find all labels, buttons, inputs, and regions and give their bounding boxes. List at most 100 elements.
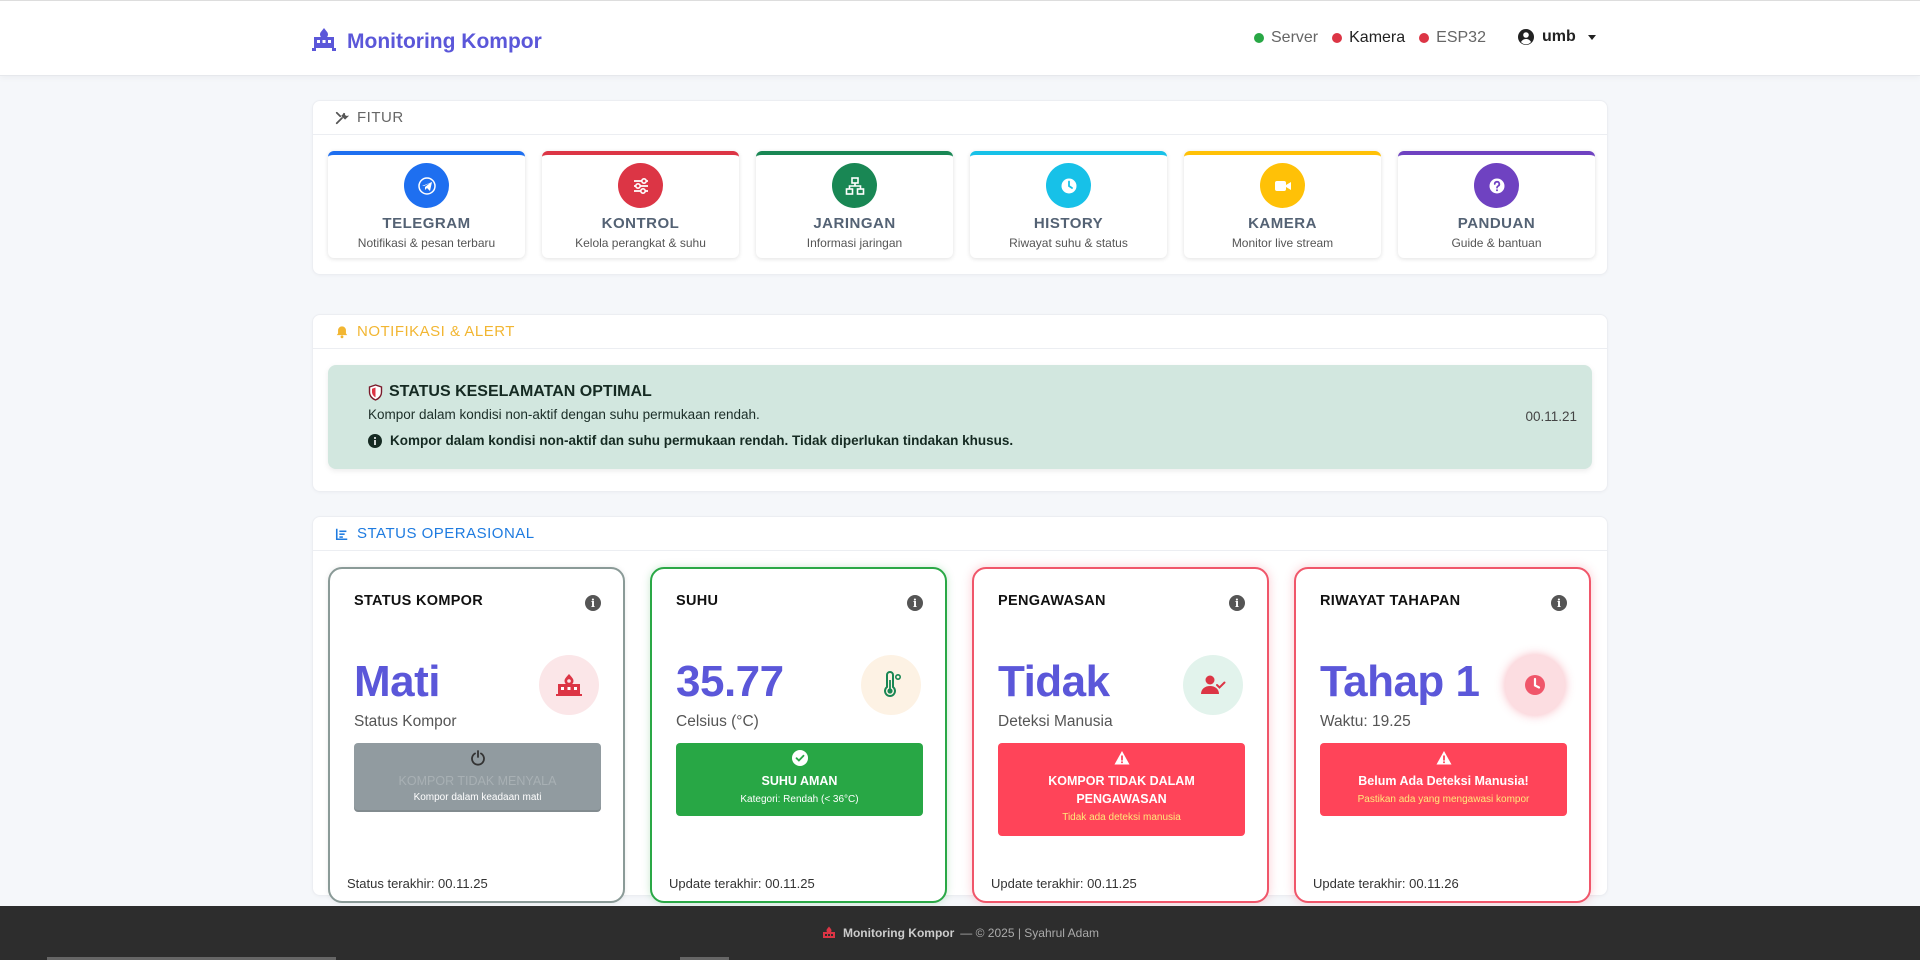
riwayat-status-box: Belum Ada Deteksi Manusia! Pastikan ada …	[1320, 743, 1567, 816]
fitur-title: FITUR	[357, 109, 404, 126]
suhu-status-box: SUHU AMAN Kategori: Rendah (< 36°C)	[676, 743, 923, 816]
chart-bar-icon	[335, 528, 348, 540]
alert-timestamp: 00.11.21	[1525, 409, 1577, 424]
card-footer: Update terakhir: 00.11.26	[1313, 876, 1459, 891]
feature-panduan[interactable]: PANDUAN Guide & bantuan	[1398, 151, 1595, 258]
sliders-icon	[618, 163, 663, 208]
feature-title: TELEGRAM	[382, 215, 471, 232]
user-check-icon	[1183, 655, 1243, 715]
card-title: SUHU	[676, 593, 719, 609]
brand-name: Monitoring Kompor	[347, 30, 542, 53]
card-label: Deteksi Manusia	[998, 713, 1113, 730]
brand[interactable]: Monitoring Kompor	[311, 27, 542, 57]
feature-title: KONTROL	[601, 215, 680, 232]
status-operasional-header: STATUS OPERASIONAL	[313, 517, 1607, 551]
safety-alert: STATUS KESELAMATAN OPTIMAL Kompor dalam …	[328, 365, 1592, 469]
box-sub-text: Tidak ada deteksi manusia	[1062, 812, 1181, 823]
user-menu-toggle[interactable]: umb	[1518, 28, 1596, 46]
card-riwayat-tahapan: RIWAYAT TAHAPAN i Tahap 1 Waktu: 19.25 B…	[1294, 567, 1591, 903]
card-value: Tahap 1	[1320, 657, 1480, 706]
feature-list: TELEGRAM Notifikasi & pesan terbaru KONT…	[328, 151, 1595, 258]
thermometer-icon	[861, 655, 921, 715]
card-value: 35.77	[676, 657, 784, 706]
fitur-section: FITUR TELEGRAM Notifikasi & pesan terbar…	[312, 100, 1608, 275]
footer-text: — © 2025 | Syahrul Adam	[960, 926, 1099, 940]
feature-history[interactable]: HISTORY Riwayat suhu & status	[970, 151, 1167, 258]
info-icon	[368, 433, 382, 448]
card-title: STATUS KOMPOR	[354, 593, 484, 609]
feature-subtitle: Notifikasi & pesan terbaru	[357, 236, 496, 250]
username: umb	[1542, 28, 1576, 45]
feature-subtitle: Guide & bantuan	[1451, 236, 1542, 250]
info-icon[interactable]: i	[1229, 595, 1245, 611]
info-icon[interactable]: i	[907, 595, 923, 611]
feature-subtitle: Monitor live stream	[1231, 236, 1334, 250]
server-status-dot	[1254, 33, 1264, 43]
footer-brand: Monitoring Kompor	[842, 926, 955, 940]
video-icon	[1260, 163, 1305, 208]
status-server-label: Server	[1271, 29, 1319, 46]
info-icon[interactable]: i	[585, 595, 601, 611]
card-label: Celsius (°C)	[676, 713, 759, 730]
kompor-status-box: KOMPOR TIDAK MENYALA Kompor dalam keadaa…	[354, 743, 601, 812]
alert-title-text: STATUS KESELAMATAN OPTIMAL	[389, 383, 652, 400]
status-server: Server	[1254, 29, 1318, 47]
notifikasi-section: NOTIFIKASI & ALERT STATUS KESELAMATAN OP…	[312, 314, 1608, 492]
feature-title: JARINGAN	[813, 215, 896, 232]
alert-note-text: Kompor dalam kondisi non-aktif dan suhu …	[390, 433, 1014, 448]
warning-icon	[1114, 751, 1129, 765]
status-operasional-section: STATUS OPERASIONAL STATUS KOMPOR i Mati …	[312, 516, 1608, 903]
question-icon	[1474, 163, 1519, 208]
feature-title: KAMERA	[1248, 215, 1317, 232]
info-icon[interactable]: i	[1551, 595, 1567, 611]
notifikasi-header: NOTIFIKASI & ALERT	[313, 315, 1607, 349]
status-esp32: ESP32	[1419, 29, 1486, 47]
warning-icon	[1436, 751, 1451, 765]
box-main-text: KOMPOR TIDAK DALAM PENGAWASAN	[1048, 774, 1195, 806]
notifikasi-title: NOTIFIKASI & ALERT	[357, 323, 515, 340]
feature-kontrol[interactable]: KONTROL Kelola perangkat & suhu	[542, 151, 739, 258]
card-status-kompor: STATUS KOMPOR i Mati Status Kompor KOMPO…	[328, 567, 625, 903]
chevron-down-icon	[1587, 34, 1596, 40]
feature-kamera[interactable]: KAMERA Monitor live stream	[1184, 151, 1381, 258]
alert-message: Kompor dalam kondisi non-aktif dengan su…	[368, 407, 760, 422]
status-kamera-label: Kamera	[1349, 29, 1406, 46]
card-footer: Update terakhir: 00.11.25	[991, 876, 1137, 891]
connection-status: Server Kamera ESP32	[1254, 29, 1486, 47]
feature-subtitle: Informasi jaringan	[806, 236, 903, 250]
box-main-text: Belum Ada Deteksi Manusia!	[1358, 774, 1529, 788]
feature-jaringan[interactable]: JARINGAN Informasi jaringan	[756, 151, 953, 258]
esp32-status-dot	[1419, 33, 1430, 43]
card-label: Status Kompor	[354, 713, 457, 730]
power-icon	[470, 750, 485, 766]
kamera-status-dot	[1332, 33, 1343, 43]
shield-icon	[368, 383, 383, 401]
stove-icon	[311, 27, 337, 57]
clock-icon	[1046, 163, 1091, 208]
check-circle-icon	[791, 750, 808, 766]
feature-title: HISTORY	[1033, 215, 1104, 232]
page-footer: Monitoring Kompor — © 2025 | Syahrul Ada…	[0, 906, 1920, 960]
pengawasan-status-box: KOMPOR TIDAK DALAM PENGAWASAN Tidak ada …	[998, 743, 1245, 836]
network-icon	[832, 163, 877, 208]
stove-icon	[822, 926, 835, 938]
status-card-list: STATUS KOMPOR i Mati Status Kompor KOMPO…	[328, 567, 1591, 903]
stove-icon	[539, 655, 599, 715]
card-title: PENGAWASAN	[998, 593, 1106, 609]
bell-icon	[336, 325, 348, 338]
feature-title: PANDUAN	[1457, 215, 1536, 232]
box-main-text: KOMPOR TIDAK MENYALA	[398, 774, 557, 788]
card-pengawasan: PENGAWASAN i Tidak Deteksi Manusia KOMPO…	[972, 567, 1269, 903]
card-suhu: SUHU i 35.77 Celsius (°C) SUHU AMAN Kate…	[650, 567, 947, 903]
box-sub-text: Kategori: Rendah (< 36°C)	[740, 794, 859, 805]
fitur-header: FITUR	[313, 101, 1607, 135]
card-footer: Update terakhir: 00.11.25	[669, 876, 815, 891]
box-main-text: SUHU AMAN	[761, 774, 838, 788]
status-kamera: Kamera	[1332, 29, 1405, 47]
alert-title: STATUS KESELAMATAN OPTIMAL	[368, 383, 652, 401]
feature-telegram[interactable]: TELEGRAM Notifikasi & pesan terbaru	[328, 151, 525, 258]
status-operasional-title: STATUS OPERASIONAL	[357, 525, 535, 542]
telegram-icon	[404, 163, 449, 208]
card-value: Mati	[354, 657, 441, 706]
feature-subtitle: Kelola perangkat & suhu	[575, 236, 706, 250]
